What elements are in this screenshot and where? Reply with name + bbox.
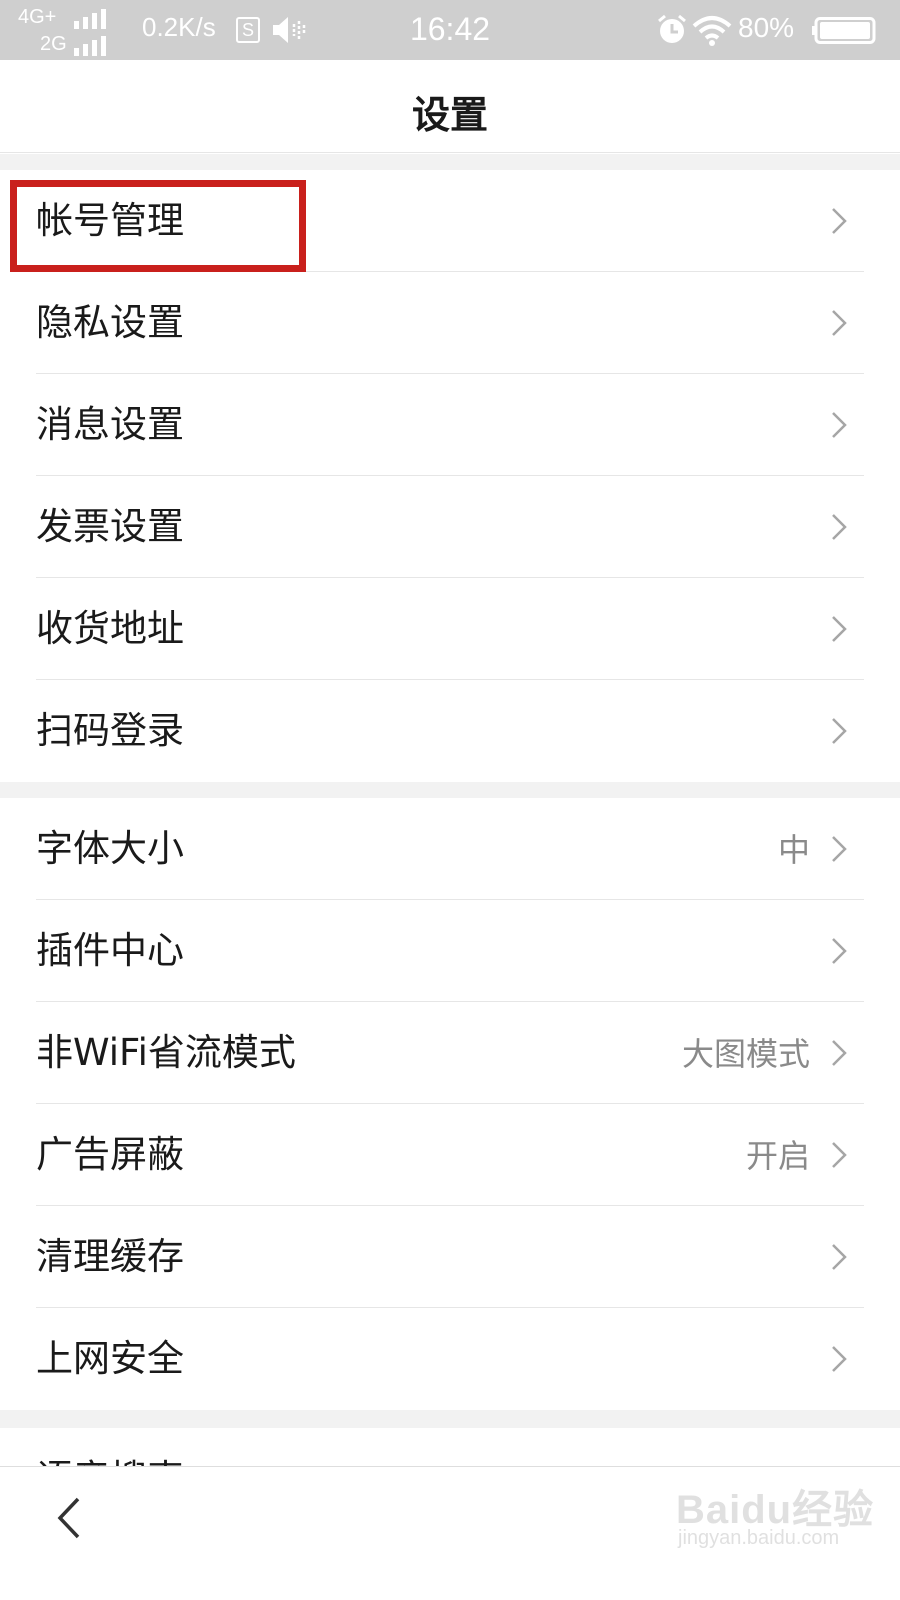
chevron-right-icon	[832, 836, 847, 862]
setting-item-voice-search[interactable]: 语音搜索	[0, 1428, 900, 1468]
watermark-sub-text: jingyan.baidu.com	[678, 1527, 840, 1549]
setting-item-label: 发票设置	[36, 505, 184, 548]
setting-item-scan-login[interactable]: 扫码登录	[0, 680, 900, 782]
setting-item-label: 清理缓存	[36, 1235, 184, 1278]
chevron-right-icon	[832, 1244, 847, 1270]
setting-item-privacy[interactable]: 隐私设置	[0, 272, 900, 374]
setting-item-label: 扫码登录	[36, 709, 184, 752]
settings-group-general: 字体大小 中 插件中心 非WiFi省流模式 大图模式 广告屏蔽 开启 清理缓存 …	[0, 798, 900, 1410]
setting-item-label: 上网安全	[36, 1337, 184, 1380]
page-title: 设置	[411, 93, 488, 137]
setting-item-browsing-security[interactable]: 上网安全	[0, 1308, 900, 1410]
setting-item-clear-cache[interactable]: 清理缓存	[0, 1206, 900, 1308]
wifi-icon	[692, 16, 732, 46]
setting-item-messages[interactable]: 消息设置	[0, 374, 900, 476]
chevron-right-icon	[832, 1040, 847, 1066]
setting-item-label: 字体大小	[36, 827, 184, 870]
setting-item-label: 广告屏蔽	[36, 1133, 184, 1176]
chevron-right-icon	[832, 938, 847, 964]
bottom-toolbar: Baidu经验 jingyan.baidu.com	[0, 1466, 900, 1600]
setting-item-value: 大图模式	[681, 1035, 810, 1073]
setting-item-ad-block[interactable]: 广告屏蔽 开启	[0, 1104, 900, 1206]
setting-item-plugin-center[interactable]: 插件中心	[0, 900, 900, 1002]
setting-item-value: 开启	[745, 1137, 810, 1175]
setting-item-label: 收货地址	[36, 607, 184, 650]
section-gap	[0, 1410, 900, 1428]
section-gap	[0, 782, 900, 798]
chevron-right-icon	[832, 616, 847, 642]
back-arrow-icon[interactable]	[52, 1495, 86, 1541]
chevron-right-icon	[832, 208, 847, 234]
alarm-icon	[658, 14, 686, 43]
watermark: Baidu经验 jingyan.baidu.com	[676, 1477, 886, 1565]
chevron-right-icon	[832, 310, 847, 336]
setting-item-label: 隐私设置	[36, 301, 184, 344]
annotation-highlight-box	[10, 180, 306, 272]
setting-item-invoice[interactable]: 发票设置	[0, 476, 900, 578]
setting-item-data-saver[interactable]: 非WiFi省流模式 大图模式	[0, 1002, 900, 1104]
setting-item-shipping-address[interactable]: 收货地址	[0, 578, 900, 680]
battery-icon	[812, 17, 876, 44]
setting-item-value: 中	[777, 831, 810, 869]
setting-item-label: 非WiFi省流模式	[36, 1031, 296, 1074]
setting-item-font-size[interactable]: 字体大小 中	[0, 798, 900, 900]
chevron-right-icon	[832, 514, 847, 540]
chevron-right-icon	[832, 1346, 847, 1372]
header: 设置	[0, 60, 900, 153]
chevron-right-icon	[832, 412, 847, 438]
setting-item-label: 消息设置	[36, 403, 184, 446]
chevron-right-icon	[832, 1142, 847, 1168]
battery-percent: 80%	[738, 12, 795, 43]
setting-item-label: 插件中心	[36, 929, 184, 972]
chevron-right-icon	[832, 718, 847, 744]
status-bar: 4G+ 2G 0.2K/s S 16:42 80%	[0, 0, 900, 60]
section-gap	[0, 154, 900, 170]
